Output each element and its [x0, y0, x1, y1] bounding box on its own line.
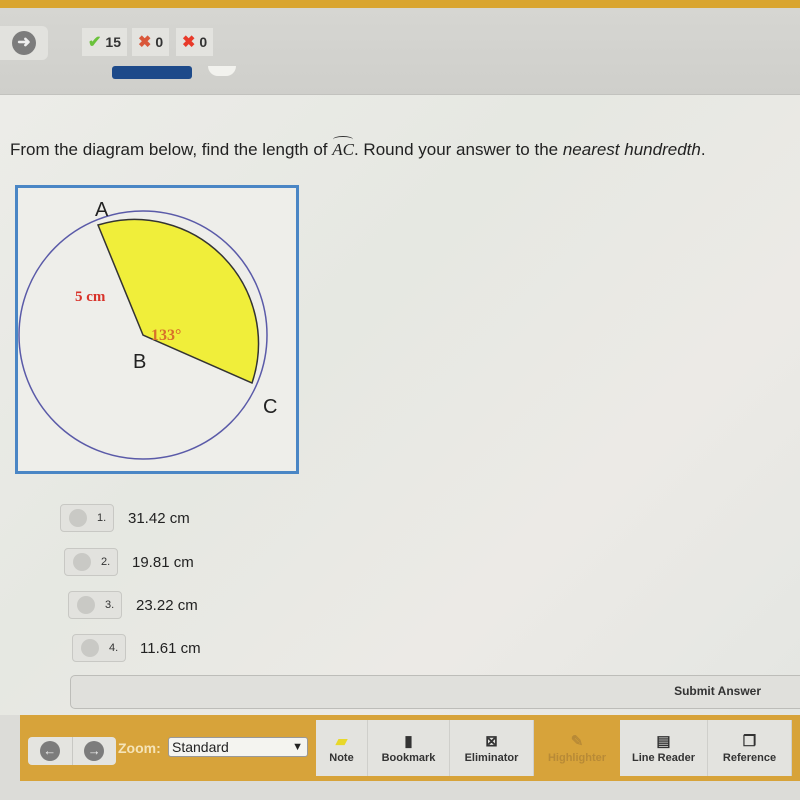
reference-tool[interactable]: ❐ Reference [708, 720, 792, 776]
tool-label: Line Reader [632, 752, 695, 764]
angle-label: 133° [151, 327, 181, 344]
choice-text: 31.42 cm [128, 509, 190, 527]
partial-score: ✖ 0 [132, 28, 170, 56]
next-button[interactable]: ➜ [0, 26, 48, 60]
incorrect-score: ✖ 0 [176, 28, 214, 56]
radio-icon[interactable] [77, 596, 95, 614]
correct-count: 15 [105, 34, 121, 50]
question-prefix: From the diagram below, find the length … [10, 140, 333, 159]
choice-text: 23.22 cm [136, 596, 198, 614]
question-middle: . Round your answer to the [353, 140, 563, 159]
tool-label: Bookmark [381, 752, 436, 764]
submit-answer-button[interactable]: Submit Answer [674, 684, 761, 698]
check-icon: ✔ [88, 34, 102, 51]
next-button-footer[interactable]: → [73, 737, 117, 765]
tool-label: Reference [722, 752, 777, 764]
point-c-label: C [263, 396, 277, 418]
correct-score: ✔ 15 [82, 28, 127, 56]
choice-3[interactable]: 3. 23.22 cm [68, 591, 198, 619]
choice-text: 19.81 cm [132, 553, 194, 571]
choice-number: 3. [105, 599, 115, 611]
choice-2[interactable]: 2. 19.81 cm [64, 548, 194, 576]
sector [96, 218, 260, 385]
radio-icon[interactable] [81, 639, 99, 657]
choice-number: 4. [109, 642, 119, 654]
incorrect-count: 0 [199, 34, 208, 50]
note-icon: ▰ [335, 733, 348, 750]
tool-label: Note [329, 752, 354, 764]
question-progress-tab[interactable] [112, 66, 192, 79]
partial-x-icon: ✖ [138, 34, 152, 51]
previous-button[interactable]: ← [28, 737, 73, 765]
partial-count: 0 [155, 34, 164, 50]
eliminator-tool[interactable]: ⊠ Eliminator [450, 720, 534, 776]
point-a-label: A [95, 199, 109, 221]
point-b-label: B [133, 351, 146, 373]
footer-toolbar: ← → Zoom: Standard ▼ ▰ Note ▮ Bookmark ⊠… [20, 715, 800, 781]
bookmark-tool[interactable]: ▮ Bookmark [368, 720, 450, 776]
diagram: A B C 5 cm 133° [15, 185, 299, 474]
tool-label: Eliminator [464, 752, 519, 764]
eliminator-icon: ⊠ [485, 733, 498, 750]
zoom-value: Standard [172, 739, 229, 755]
radio-icon[interactable] [73, 553, 91, 571]
progress-notch [208, 66, 236, 76]
highlighter-icon: ✎ [570, 733, 584, 750]
choice-number: 1. [97, 512, 107, 524]
radio-icon[interactable] [69, 509, 87, 527]
question-text: From the diagram below, find the length … [10, 140, 706, 160]
circle-diagram: A B C 5 cm 133° [18, 199, 277, 460]
line-reader-icon: ▤ [656, 733, 671, 750]
choice-4[interactable]: 4. 11.61 cm [72, 634, 201, 662]
tools: ▰ Note ▮ Bookmark ⊠ Eliminator ✎ Highlig… [316, 720, 792, 776]
chevron-down-icon: ▼ [292, 741, 303, 753]
screen: ➜ ✔ 15 ✖ 0 ✖ 0 From the diagram below, f… [0, 0, 800, 800]
question-suffix: . [700, 140, 706, 159]
arrow-right-icon: → [84, 741, 105, 761]
arc-label: AC [332, 140, 354, 159]
bookmark-icon: ▮ [404, 733, 413, 750]
choice-2-button[interactable]: 2. [64, 548, 118, 576]
question-area: From the diagram below, find the length … [0, 95, 800, 715]
header: ➜ ✔ 15 ✖ 0 ✖ 0 [0, 8, 800, 95]
zoom-label: Zoom: [118, 740, 161, 756]
choice-text: 11.61 cm [140, 639, 201, 657]
note-tool[interactable]: ▰ Note [316, 720, 368, 776]
question-emphasis: nearest hundredth [562, 140, 701, 159]
line-reader-tool[interactable]: ▤ Line Reader [620, 720, 708, 776]
arrow-left-icon: ← [39, 741, 60, 761]
highlighter-tool[interactable]: ✎ Highlighter [534, 720, 620, 776]
submit-bar: Submit Answer [70, 675, 800, 709]
arrow-right-icon: ➜ [12, 31, 36, 55]
choice-4-button[interactable]: 4. [72, 634, 126, 662]
reference-icon: ❐ [742, 733, 757, 750]
top-strip [0, 0, 800, 8]
radius-label: 5 cm [75, 289, 106, 305]
choice-number: 2. [101, 556, 111, 568]
choice-3-button[interactable]: 3. [68, 591, 122, 619]
zoom-select[interactable]: Standard ▼ [168, 737, 308, 757]
choice-1-button[interactable]: 1. [60, 504, 114, 532]
choice-1[interactable]: 1. 31.42 cm [60, 504, 190, 532]
footer-nav: ← → [28, 737, 116, 765]
tool-label: Highlighter [547, 752, 607, 764]
x-icon: ✖ [182, 34, 196, 51]
